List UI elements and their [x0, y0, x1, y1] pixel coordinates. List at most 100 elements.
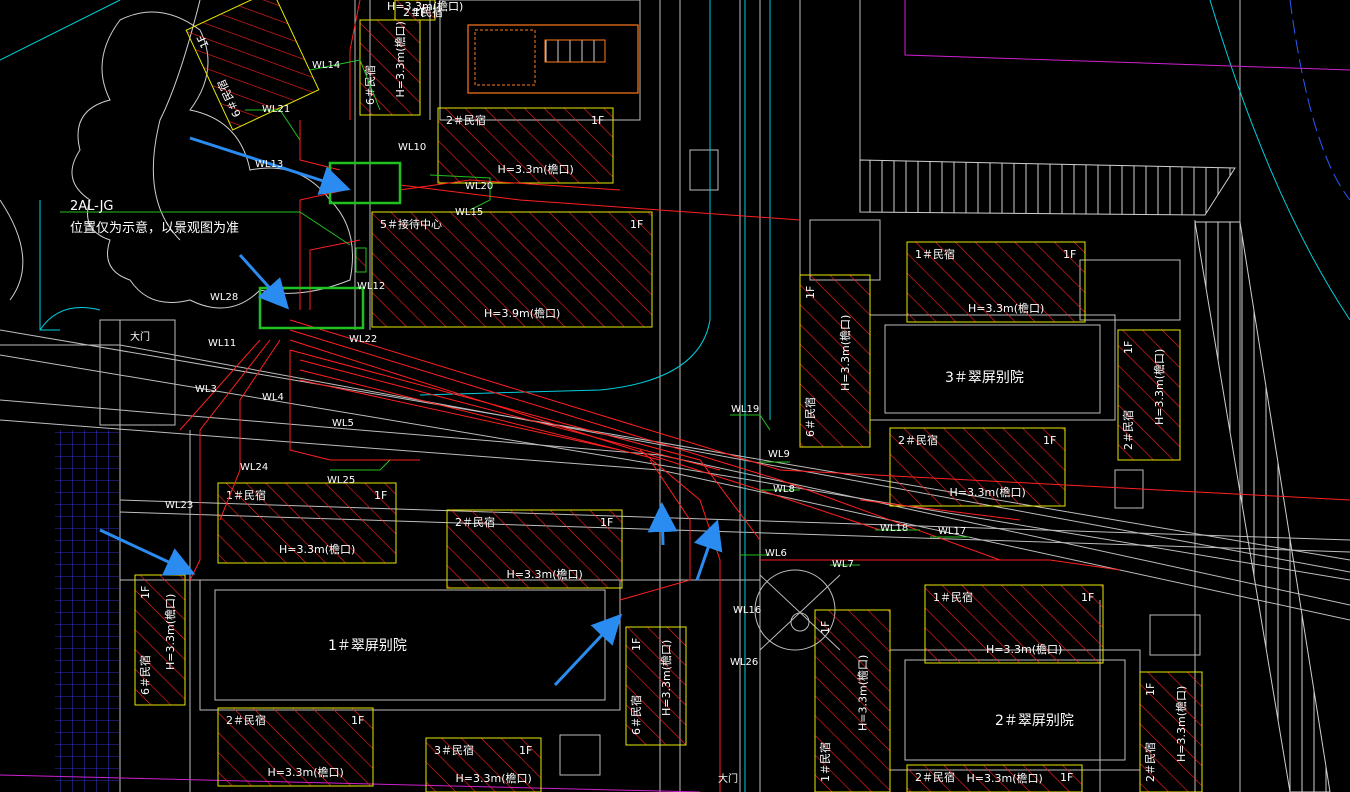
circuit-label: WL24 — [240, 462, 268, 473]
courtyard-label: 1＃翠屏别院 — [328, 638, 407, 654]
building-height-label: H=3.3m(檐口) — [950, 485, 1026, 499]
circuit-label: WL25 — [327, 475, 355, 486]
circuit-label: WL12 — [357, 281, 385, 292]
building-floor-label: 1F — [1144, 683, 1157, 696]
building-height-label: H=3.3m(檐口) — [507, 567, 583, 581]
building-8: 2＃民宿 1F H=3.3m(檐口) — [889, 427, 1066, 507]
building-floor-label: 1F — [591, 114, 604, 127]
building-type-label: 1＃民宿 — [933, 590, 973, 604]
building-floor-label: 1F — [1043, 434, 1056, 447]
blue-hatch-strip — [55, 430, 120, 792]
building-type-label: 6＃民宿 — [629, 695, 643, 735]
building-height-label: H=3.3m(檐口) — [838, 315, 852, 391]
building-15: 1＃民宿 1F H=3.3m(檐口) — [814, 609, 891, 792]
building-3: 5＃接待中心 1F H=3.9m(檐口) — [371, 211, 653, 328]
building-height-label: H=3.3m(檐口) — [1174, 686, 1188, 762]
plan-drawing: 6＃民宿1F6＃民宿 H=3.3m(檐口)2＃民宿 1FH=3.3m(檐口)5＃接待… — [0, 0, 1350, 792]
building-floor-label: 1F — [1122, 341, 1135, 354]
building-18: 2＃民宿1FH=3.3m(檐口) — [387, 0, 463, 21]
circuit-label: WL4 — [262, 392, 284, 403]
circuit-label: WL18 — [880, 523, 908, 534]
circuit-label: WL9 — [768, 449, 790, 460]
building-16: 2＃民宿 1F H=3.3m(檐口) — [1117, 329, 1181, 461]
panel-box-upper — [328, 161, 402, 205]
circuit-label: WL14 — [312, 60, 340, 71]
building-height-label: H=3.3m(檐口) — [968, 301, 1044, 315]
circuit-label: WL8 — [773, 484, 795, 495]
arrow-2 — [238, 253, 290, 310]
building-height-label: H=3.3m(檐口) — [163, 594, 177, 670]
building-2: 2＃民宿 1F H=3.3m(檐口) — [437, 107, 614, 184]
stair-block — [467, 24, 639, 94]
building-height-label: H=3.3m(檐口) — [856, 655, 870, 731]
building-floor-label: 1F — [1063, 248, 1076, 261]
circuit-label: WL26 — [730, 657, 758, 668]
building-floor-label: 1F — [1081, 591, 1094, 604]
building-type-label: 5＃接待中心 — [380, 217, 442, 231]
building-floor-label: 1F — [630, 218, 643, 231]
building-height-label: H=3.3m(檐口) — [986, 642, 1062, 656]
building-height-label: H=3.3m(檐口) — [268, 765, 344, 779]
arrow-5 — [647, 502, 678, 546]
building-height-label: H=3.3m(檐口) — [387, 0, 463, 13]
circuit-label: WL13 — [255, 159, 283, 170]
building-type-label: 6＃民宿 — [138, 655, 152, 695]
building-height-label: H=3.3m(檐口) — [393, 21, 407, 97]
building-type-label: 2＃民宿 — [455, 515, 495, 529]
circuit-label: WL22 — [349, 334, 377, 345]
building-13: 3＃民宿 1F H=3.3m(檐口) — [425, 737, 542, 792]
circuit-label: WL5 — [332, 418, 354, 429]
circuit-label: WL11 — [208, 338, 236, 349]
building-height-label: H=3.9m(檐口) — [484, 306, 560, 320]
building-floor-label: 1F — [804, 286, 817, 299]
building-height-label: H=3.3m(檐口) — [967, 771, 1043, 785]
building-floor-label: 1F — [819, 621, 832, 634]
building-height-label: H=3.3m(檐口) — [456, 771, 532, 785]
building-10: 1＃民宿 1F H=3.3m(檐口) — [924, 584, 1104, 664]
building-type-label: 2＃民宿 — [915, 770, 955, 784]
building-type-label: 2＃民宿 — [446, 113, 486, 127]
courtyard-label: 2＃翠屏别院 — [995, 713, 1074, 729]
circuit-label: WL17 — [938, 526, 966, 537]
circuit-label: WL15 — [455, 207, 483, 218]
building-1: 6＃民宿 H=3.3m(檐口) — [359, 19, 421, 116]
circuit-label: WL19 — [731, 404, 759, 415]
cad-site-plan: 6＃民宿 1F 6＃民宿 H=3.3m(檐口) 2＃民宿 1F H=3.3m(檐口) 5＃接待… — [0, 0, 1350, 792]
circuit-label: WL7 — [832, 559, 854, 570]
panel-marker — [355, 247, 367, 273]
building-17: 2＃民宿 1F H=3.3m(檐口) — [1139, 671, 1203, 792]
circuit-label: WL23 — [165, 500, 193, 511]
building-type-label: 2＃民宿 — [1121, 410, 1135, 450]
building-14: 6＃民宿 1F H=3.3m(檐口) — [625, 626, 687, 746]
building-7: 6＃民宿 1F H=3.3m(檐口) — [134, 574, 186, 706]
gate-label: 大门 — [130, 330, 150, 343]
building-type-label: 2＃民宿 — [1143, 742, 1157, 782]
circuit-label: WL21 — [262, 104, 290, 115]
building-floor-label: 1F — [630, 638, 643, 651]
circuit-label: WL6 — [765, 548, 787, 559]
circuit-label: WL10 — [398, 142, 426, 153]
arrow-6 — [693, 519, 723, 581]
building-height-label: H=3.3m(檐口) — [498, 162, 574, 176]
building-floor-label: 1F — [139, 586, 152, 599]
building-type-label: 1＃民宿 — [818, 742, 832, 782]
courtyard-label: 3＃翠屏别院 — [945, 370, 1024, 386]
building-height-label: H=3.3m(檐口) — [279, 542, 355, 556]
building-4: 1＃民宿 1FH=3.3m(檐口) — [217, 482, 397, 564]
building-type-label: 6＃民宿 — [803, 397, 817, 437]
circuit-label: WL16 — [733, 605, 761, 616]
building-floor-label: 1F — [519, 744, 532, 757]
circuit-label: WL28 — [210, 292, 238, 303]
circuit-label: WL20 — [465, 181, 493, 192]
building-12: 2＃民宿 1F H=3.3m(檐口) — [906, 764, 1083, 792]
building-6: 2＃民宿 1F H=3.3m(檐口) — [217, 707, 374, 787]
circuit-label: WL3 — [195, 384, 217, 395]
building-9: 1＃民宿 1F H=3.3m(檐口) — [906, 241, 1086, 323]
gate-label: 大门 — [718, 772, 738, 785]
location-note: 位置仅为示意，以景观图为准 — [70, 220, 239, 236]
building-floor-label: 1F — [1060, 771, 1073, 784]
building-type-label: 1＃民宿 — [915, 247, 955, 261]
building-height-label: H=3.3m(檐口) — [659, 640, 673, 716]
building-type-label: 2＃民宿 — [898, 433, 938, 447]
building-floor-label: 1F — [351, 714, 364, 727]
